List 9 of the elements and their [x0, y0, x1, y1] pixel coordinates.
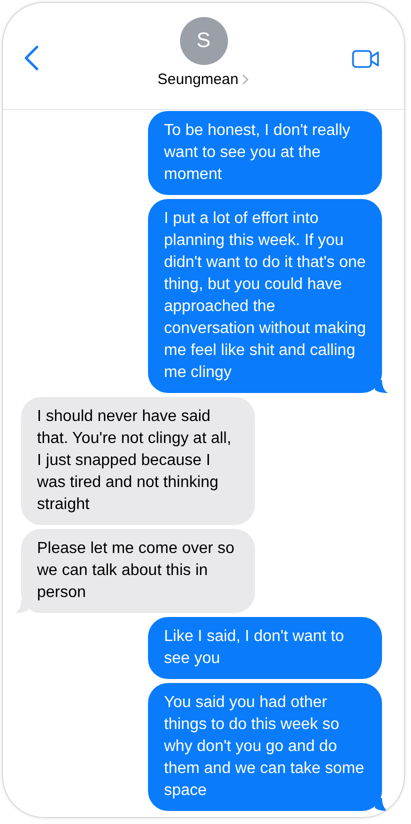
message-bubble: Please let me come over so we can talk about this in person [21, 529, 255, 613]
chevron-icon [242, 74, 250, 85]
message-bubble: Like I said, I don't want to see you [148, 617, 382, 679]
message-bubble: I should never have said that. You're not clingy at all, I just snapped because I was tired and not thinking straight [21, 397, 255, 525]
video-call-icon[interactable] [352, 50, 380, 68]
message-bubble: To be honest, I don't really want to see you at the moment [148, 111, 382, 195]
contact-name[interactable]: Seungmean [158, 71, 238, 88]
message-bubble: I put a lot of effort into planning this week. If you didn't want to do it that's one thing, but you could have approached the conversation without making me feel like shit and calling me clingy [148, 199, 382, 393]
message-bubble: You said you had other things to do this week so why don't you go and do them and we can take some space [148, 683, 382, 811]
